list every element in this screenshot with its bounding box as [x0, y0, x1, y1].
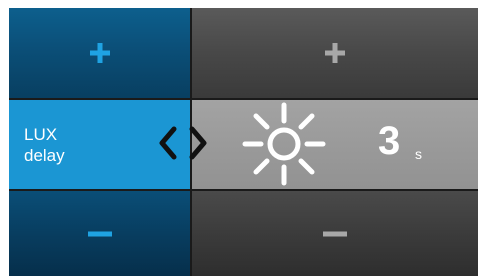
- chevron-left-icon[interactable]: [154, 126, 180, 160]
- setting-label: LUX delay: [24, 124, 65, 166]
- setting-prev-increase-button[interactable]: [9, 8, 190, 98]
- plus-icon: [89, 43, 110, 63]
- divider: [9, 189, 478, 191]
- setting-label-line1: LUX: [24, 125, 58, 144]
- setting-value: 3: [378, 119, 401, 163]
- value-increase-button[interactable]: [192, 8, 478, 98]
- divider: [9, 98, 478, 100]
- setting-decrease-button[interactable]: [9, 191, 190, 276]
- setting-value-field: [192, 100, 478, 189]
- sun-icon: [242, 102, 326, 186]
- value-decrease-button[interactable]: [192, 191, 478, 276]
- setting-label-line2: delay: [24, 146, 65, 165]
- minus-icon: [323, 231, 347, 236]
- minus-icon: [87, 231, 112, 236]
- chevron-right-icon[interactable]: [186, 126, 212, 160]
- plus-icon: [325, 43, 345, 63]
- setting-unit: s: [415, 146, 422, 162]
